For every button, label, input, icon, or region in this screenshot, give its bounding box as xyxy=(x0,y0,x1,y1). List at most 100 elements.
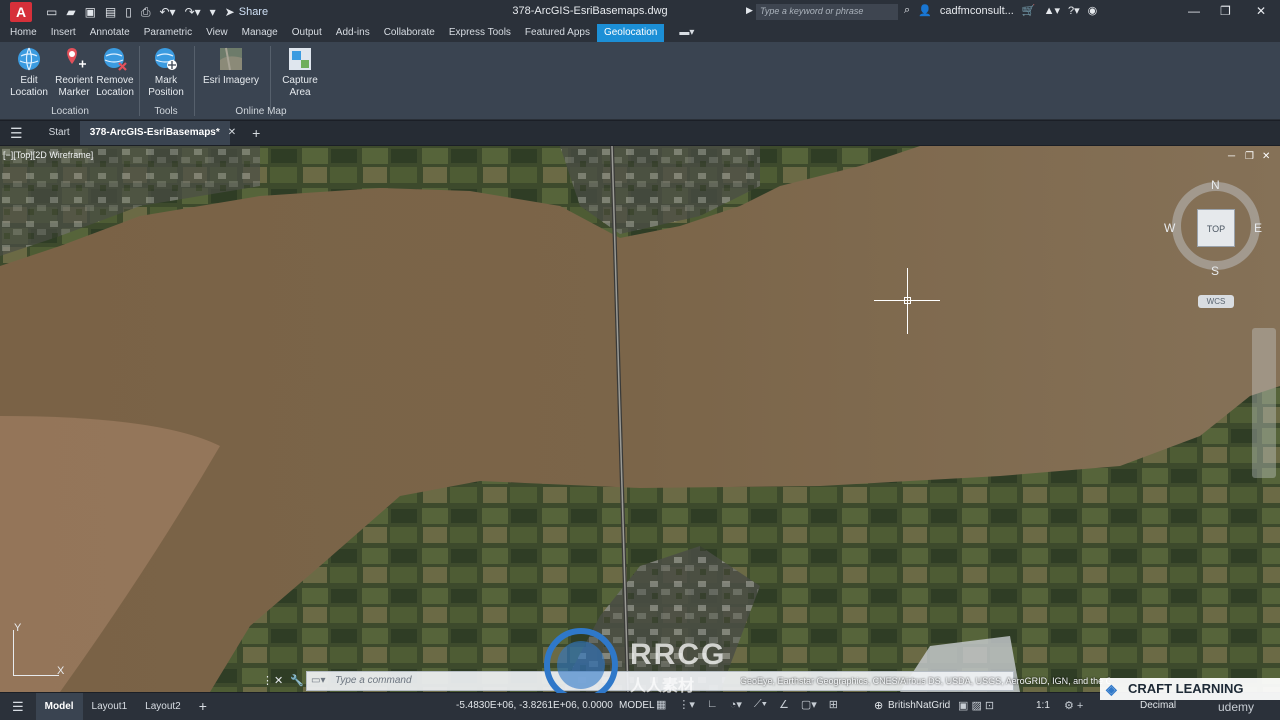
layout-tab-layout2[interactable]: Layout2 xyxy=(136,693,190,720)
compass-north[interactable]: N xyxy=(1211,178,1220,192)
search-input[interactable]: Type a keyword or phrase xyxy=(756,4,898,20)
mark-position-button[interactable]: Mark Position xyxy=(144,46,188,99)
tab-insert[interactable]: Insert xyxy=(44,24,83,42)
new-file-icon[interactable]: ▭ xyxy=(46,5,57,19)
tab-output[interactable]: Output xyxy=(285,24,329,42)
new-tab-icon[interactable]: + xyxy=(242,121,270,145)
polar-icon[interactable]: ◔▾ xyxy=(730,698,742,711)
ribbon-panel: Edit Location Reorient Marker Remove Loc… xyxy=(0,42,1280,120)
capture-area-button[interactable]: Capture Area xyxy=(278,46,322,99)
cart-icon[interactable]: 🛒 xyxy=(1022,4,1036,17)
grid-icon[interactable]: ▦ xyxy=(656,698,666,711)
compass-south[interactable]: S xyxy=(1211,264,1219,278)
geo-coordinate-icon[interactable]: ⊕ xyxy=(874,699,883,712)
remove-location-label: Remove Location xyxy=(96,75,134,98)
minimize-icon[interactable]: — xyxy=(1188,4,1200,18)
craft-learning-logo-icon: ◈ xyxy=(1106,681,1117,697)
ortho-icon[interactable]: ∟ xyxy=(707,698,718,711)
document-tab-bar: ☰ Start 378-ArcGIS-EsriBasemaps* ✕ + xyxy=(0,121,1280,145)
autodesk-app-icon[interactable]: ▲▾ xyxy=(1044,4,1060,17)
model-space-button[interactable]: MODEL xyxy=(619,700,655,711)
map-credits: GeoEye, Earthstar Geographics, CNES/Airb… xyxy=(740,676,1110,686)
app-menu-button[interactable]: A xyxy=(10,2,32,22)
object-snap-tracking-icon[interactable]: ∠ xyxy=(779,698,789,711)
drawing-viewport[interactable]: [−][Top][2D Wireframe] ─ ❐ ✕ TOP N S E W… xyxy=(0,146,1280,692)
connect-icon[interactable]: ◉ xyxy=(1088,4,1098,17)
layout-tab-layout1[interactable]: Layout1 xyxy=(83,693,137,720)
drafting-toggles: ▦ ⋮▾ ∟ ◔▾ ⟋▾ ∠ ▢▾ ⊞ xyxy=(656,698,838,711)
close-tab-icon[interactable]: ✕ xyxy=(222,121,242,145)
maximize-icon[interactable]: ❐ xyxy=(1220,4,1231,18)
customize-qat-icon[interactable]: ▾ xyxy=(210,5,216,19)
map-marker-icon xyxy=(67,48,86,68)
group-label-online-map: Online Map xyxy=(235,106,287,117)
capture-area-icon xyxy=(289,48,311,70)
snap-icon[interactable]: ⋮▾ xyxy=(678,698,695,711)
tab-annotate[interactable]: Annotate xyxy=(83,24,137,42)
reorient-marker-button[interactable]: Reorient Marker xyxy=(52,46,96,99)
viewport-close-icon[interactable]: ✕ xyxy=(1262,151,1270,162)
compass-west[interactable]: W xyxy=(1164,221,1175,235)
esri-imagery-button[interactable]: Esri Imagery xyxy=(202,46,260,87)
tab-view[interactable]: View xyxy=(199,24,235,42)
tab-collaborate[interactable]: Collaborate xyxy=(377,24,442,42)
udemy-watermark: udemy xyxy=(1218,700,1255,714)
undo-icon[interactable]: ↶▾ xyxy=(159,5,175,19)
menu-icon[interactable]: ☰ xyxy=(0,121,33,145)
rrcg-logo-icon xyxy=(544,628,618,702)
command-input[interactable]: Type a command xyxy=(335,675,412,686)
annotation-scale[interactable]: 1:1 xyxy=(1036,700,1050,711)
lineweight-icon[interactable]: ⊞ xyxy=(829,698,838,711)
workspace-icon[interactable]: ⚙ + xyxy=(1064,699,1083,712)
save-icon[interactable]: ▣ xyxy=(85,5,96,19)
command-customize-icon[interactable]: 🔧 xyxy=(290,674,304,687)
tab-home[interactable]: Home xyxy=(3,24,44,42)
expand-arrow-icon[interactable]: ▶ xyxy=(746,5,753,16)
save-as-icon[interactable]: ▤ xyxy=(105,5,116,19)
wcs-menu[interactable]: WCS xyxy=(1198,295,1234,308)
print-icon[interactable]: ⎙ xyxy=(141,5,151,20)
share-icon[interactable]: ➤ xyxy=(225,5,235,19)
units-display[interactable]: Decimal xyxy=(1140,700,1176,711)
tab-add-ins[interactable]: Add-ins xyxy=(329,24,377,42)
object-snap-icon[interactable]: ▢▾ xyxy=(801,698,817,711)
help-icon[interactable]: ?▾ xyxy=(1068,4,1080,17)
ribbon-display-options-icon[interactable]: ▬▾ xyxy=(672,24,701,42)
isodraft-icon[interactable]: ⟋▾ xyxy=(754,698,767,711)
coordinate-system[interactable]: BritishNatGrid xyxy=(888,700,950,711)
annotation-icons[interactable]: ▣ ▨ ⊡ xyxy=(958,699,994,712)
tab-start[interactable]: Start xyxy=(39,121,80,145)
compass-east[interactable]: E xyxy=(1254,221,1262,235)
user-icon[interactable]: 👤 xyxy=(918,4,932,17)
command-close-icon[interactable]: ✕ xyxy=(274,674,283,687)
redo-icon[interactable]: ↷▾ xyxy=(185,5,201,19)
coordinate-readout[interactable]: -5.4830E+06, -3.8261E+06, 0.0000 xyxy=(456,700,613,711)
group-label-tools: Tools xyxy=(154,106,178,117)
user-name[interactable]: cadfmconsult... xyxy=(940,5,1014,17)
navigation-bar[interactable] xyxy=(1252,328,1276,478)
layout-tab-model[interactable]: Model xyxy=(35,693,83,720)
viewport-minimize-icon[interactable]: ─ xyxy=(1228,151,1235,162)
tab-featured-apps[interactable]: Featured Apps xyxy=(518,24,597,42)
tab-manage[interactable]: Manage xyxy=(235,24,285,42)
edit-location-button[interactable]: Edit Location xyxy=(7,46,51,99)
viewcube-top-face[interactable]: TOP xyxy=(1197,209,1235,247)
remove-location-button[interactable]: Remove Location xyxy=(93,46,137,99)
command-prompt-icon[interactable]: ▭▾ xyxy=(311,675,325,686)
open-web-icon[interactable]: ▯ xyxy=(125,5,132,19)
close-icon[interactable]: ✕ xyxy=(1256,4,1266,18)
command-line-grip[interactable]: ⋮ xyxy=(262,674,273,687)
badge-text: CRAFT LEARNING xyxy=(1128,681,1244,696)
viewport-controls-label[interactable]: [−][Top][2D Wireframe] xyxy=(3,150,93,160)
tab-active-drawing[interactable]: 378-ArcGIS-EsriBasemaps* xyxy=(79,121,230,145)
layout-menu-icon[interactable]: ☰ xyxy=(0,693,36,720)
share-button[interactable]: Share xyxy=(239,6,268,18)
viewport-restore-icon[interactable]: ❐ xyxy=(1245,151,1254,162)
add-layout-icon[interactable]: + xyxy=(190,693,216,720)
tab-express-tools[interactable]: Express Tools xyxy=(442,24,518,42)
open-folder-icon[interactable]: ▰ xyxy=(66,5,75,19)
tab-parametric[interactable]: Parametric xyxy=(137,24,199,42)
tab-geolocation[interactable]: Geolocation xyxy=(596,24,665,42)
quick-access-toolbar: ▭ ▰ ▣ ▤ ▯ ⎙ ↶▾ ↷▾ ▾ ➤ xyxy=(46,5,235,20)
search-icon[interactable]: ⌕ xyxy=(904,4,910,17)
